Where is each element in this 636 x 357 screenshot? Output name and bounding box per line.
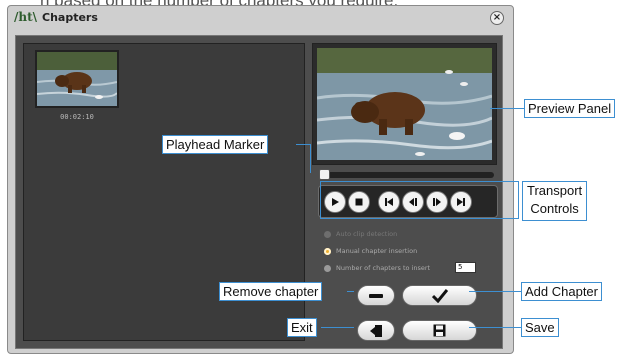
checkmark-icon xyxy=(431,288,448,303)
playhead-marker[interactable] xyxy=(319,169,330,180)
callout-remove-chapter: Remove chapter xyxy=(219,282,323,301)
callout-line-playhead-vertical xyxy=(310,144,311,173)
callout-line-preview xyxy=(490,108,524,109)
callout-line-playhead xyxy=(296,144,310,145)
chapter-timestamp: 00:02:10 xyxy=(60,113,94,121)
radio-icon[interactable] xyxy=(324,264,331,272)
app-logo: /ht\ xyxy=(14,10,38,24)
exit-door-icon xyxy=(370,324,382,337)
bear-thumbnail-image xyxy=(37,52,117,106)
callout-transport-line1: Transport xyxy=(527,183,583,198)
callout-transport-line2: Controls xyxy=(530,201,579,216)
number-of-chapters-input[interactable]: 5 xyxy=(455,262,476,273)
callout-add-chapter: Add Chapter xyxy=(521,282,602,301)
option-label: Manual chapter insertion xyxy=(336,247,418,255)
title-bar: /ht\ Chapters × xyxy=(8,6,513,30)
preview-panel xyxy=(312,43,497,165)
callout-line-add xyxy=(469,291,521,292)
add-chapter-button[interactable] xyxy=(402,285,477,306)
seek-bar[interactable] xyxy=(319,169,494,180)
chapter-thumbnail[interactable] xyxy=(35,50,119,108)
chapters-window: /ht\ Chapters × 00:02:10 Auto clip detec… xyxy=(7,5,514,354)
callout-preview-panel: Preview Panel xyxy=(524,99,616,118)
callout-transport-controls: Transport Controls xyxy=(522,181,588,221)
callout-playhead-marker: Playhead Marker xyxy=(162,135,269,154)
option-auto-clip-detection[interactable]: Auto clip detection xyxy=(324,230,397,238)
minus-icon xyxy=(369,293,383,298)
callout-save: Save xyxy=(521,318,559,337)
option-manual-chapter-insertion[interactable]: Manual chapter insertion xyxy=(324,247,417,255)
option-label: Auto clip detection xyxy=(336,230,398,238)
window-title: Chapters xyxy=(42,11,98,24)
preview-image xyxy=(317,48,492,160)
close-button[interactable]: × xyxy=(490,11,504,25)
transport-highlight-bracket xyxy=(320,181,519,219)
option-number-of-chapters[interactable]: Number of chapters to insert xyxy=(324,264,430,272)
callout-exit: Exit xyxy=(287,318,317,337)
bear-preview-image xyxy=(317,48,492,160)
callout-line-remove xyxy=(347,291,354,292)
save-button[interactable] xyxy=(402,320,477,341)
callout-line-save xyxy=(469,327,521,328)
radio-icon[interactable] xyxy=(324,230,331,238)
radio-selected-icon[interactable] xyxy=(324,247,331,255)
remove-chapter-button[interactable] xyxy=(357,285,395,306)
floppy-disk-icon xyxy=(433,324,446,337)
callout-line-exit xyxy=(321,327,354,328)
exit-button[interactable] xyxy=(357,320,395,341)
option-label: Number of chapters to insert xyxy=(336,264,431,272)
